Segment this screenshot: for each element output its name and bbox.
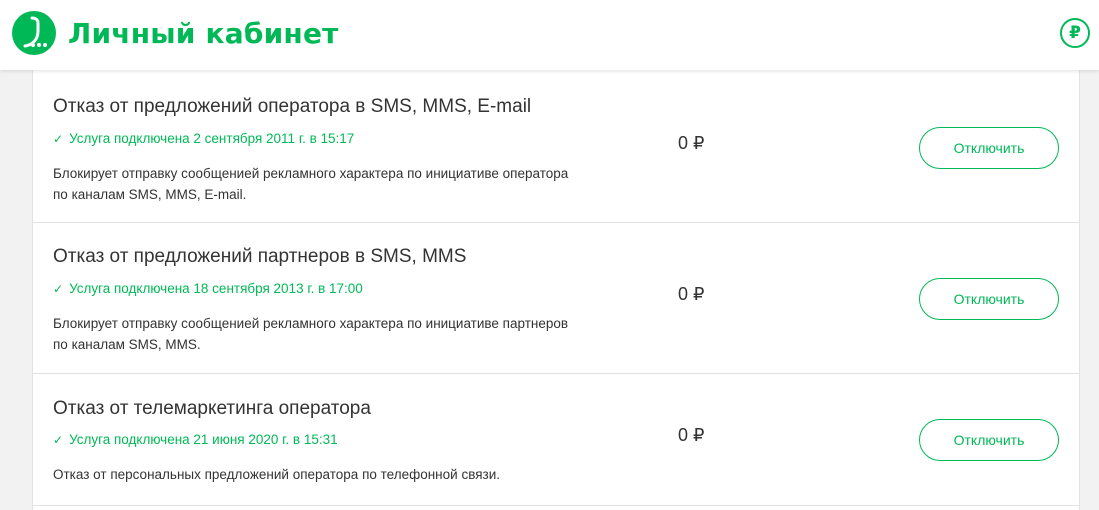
- service-status-text: Услуга подключена 2 сентября 2011 г. в 1…: [69, 131, 355, 146]
- disconnect-button[interactable]: Отключить: [919, 127, 1059, 169]
- service-name: Отказ от телемаркетинга оператора: [53, 398, 371, 419]
- app-header: Личный кабинет ₽: [0, 0, 1099, 70]
- service-name: Отказ от предложений оператора в SMS, MM…: [53, 96, 532, 117]
- service-price: 0 ₽: [678, 133, 705, 153]
- service-description: Блокирует отправку сообщенией рекламного…: [53, 316, 569, 352]
- check-icon: ✓: [53, 433, 64, 447]
- service-name: Отказ от предложений партнеров в SMS, MM…: [53, 246, 467, 267]
- service-status: ✓ Услуга подключена 18 сентября 2013 г. в…: [53, 281, 363, 296]
- services-list: Отказ от предложений оператора в SMS, MM…: [32, 70, 1080, 510]
- service-item: Отказ от предложений партнеров в SMS, MM…: [33, 223, 1079, 374]
- page-title: Личный кабинет: [68, 17, 339, 50]
- disconnect-button[interactable]: Отключить: [919, 278, 1059, 320]
- ruble-icon[interactable]: ₽: [1060, 18, 1090, 48]
- service-status: ✓ Услуга подключена 2 сентября 2011 г. в …: [53, 131, 354, 146]
- service-status-text: Услуга подключена 21 июня 2020 г. в 15:3…: [69, 432, 338, 447]
- service-item: Отказ от телемаркетинга оператора ✓ Услуг…: [33, 374, 1079, 506]
- disconnect-button[interactable]: Отключить: [919, 419, 1059, 461]
- service-status-text: Услуга подключена 18 сентября 2013 г. в …: [69, 281, 363, 296]
- service-price: 0 ₽: [678, 425, 705, 445]
- service-description: Отказ от персональных предложений операт…: [53, 467, 501, 482]
- service-description: Блокирует отправку сообщенией рекламного…: [53, 166, 569, 202]
- check-icon: ✓: [53, 282, 64, 296]
- service-price: 0 ₽: [678, 284, 705, 304]
- service-item: Отказ от предложений оператора в SMS, MM…: [33, 70, 1079, 223]
- service-status: ✓ Услуга подключена 21 июня 2020 г. в 15:…: [53, 432, 338, 447]
- megafon-logo-icon[interactable]: [12, 11, 56, 55]
- check-icon: ✓: [53, 132, 64, 146]
